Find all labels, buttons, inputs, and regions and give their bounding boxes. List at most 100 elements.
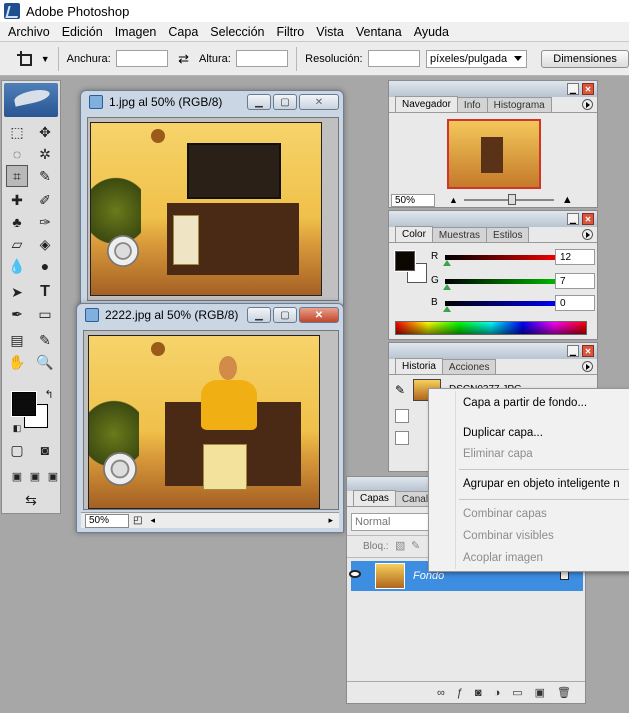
zoom-field[interactable]: 50% <box>85 513 129 528</box>
healing-brush-tool-icon[interactable]: ✚ <box>6 189 28 211</box>
hand-tool-icon[interactable]: ✋ <box>6 351 28 373</box>
history-brush-tool-icon[interactable]: ✑ <box>34 211 56 233</box>
screen-mode-full-icon[interactable]: ▣ <box>42 465 64 487</box>
menu-item-combinar-capas[interactable]: Combinar capas <box>463 508 547 520</box>
panel-menu-icon[interactable] <box>582 99 593 110</box>
quick-mask-mode-icon[interactable]: ◙ <box>34 439 56 461</box>
panel-minimize-button[interactable]: ▁ <box>567 213 579 225</box>
tab-color[interactable]: Color <box>395 226 433 242</box>
blend-mode-select[interactable]: Normal <box>351 513 429 531</box>
move-tool-icon[interactable]: ✥ <box>34 121 56 143</box>
close-button[interactable]: ✕ <box>299 307 339 323</box>
tab-navegador[interactable]: Navegador <box>395 96 458 112</box>
red-value-input[interactable]: 12 <box>555 249 595 265</box>
crop-tool-icon[interactable] <box>16 50 33 68</box>
red-slider[interactable] <box>445 255 563 260</box>
menu-imagen[interactable]: Imagen <box>109 25 163 39</box>
blue-value-input[interactable]: 0 <box>555 295 595 311</box>
canvas-image[interactable] <box>90 122 322 296</box>
close-button[interactable]: ✕ <box>299 94 339 110</box>
lasso-tool-icon[interactable]: ◌ <box>6 143 28 165</box>
panel-menu-icon[interactable] <box>582 229 593 240</box>
lock-transparency-icon[interactable]: ▧ <box>395 539 405 552</box>
maximize-button[interactable]: ▢ <box>273 307 297 323</box>
tab-estilos[interactable]: Estilos <box>486 227 530 242</box>
trash-icon[interactable]: 🗑 <box>557 686 571 699</box>
crop-tool-icon[interactable]: ⌗ <box>6 165 28 187</box>
brush-tool-icon[interactable]: ✐ <box>34 189 56 211</box>
menu-item-combinar-visibles[interactable]: Combinar visibles <box>463 530 554 542</box>
history-state-checkbox[interactable] <box>395 409 409 423</box>
navigator-preview[interactable] <box>447 119 541 189</box>
eraser-tool-icon[interactable]: ▱ <box>6 233 28 255</box>
magic-wand-tool-icon[interactable]: ✲ <box>34 143 56 165</box>
maximize-button[interactable]: ▢ <box>273 94 297 110</box>
canvas-image[interactable] <box>88 335 320 509</box>
menu-archivo[interactable]: Archivo <box>2 25 56 39</box>
shape-tool-icon[interactable]: ▭ <box>34 303 56 325</box>
menu-item-capa-a-partir-de-fondo[interactable]: Capa a partir de fondo... <box>463 397 587 409</box>
history-state-checkbox[interactable] <box>395 431 409 445</box>
zoom-tool-icon[interactable]: 🔍 <box>34 351 56 373</box>
pen-tool-icon[interactable]: ✒ <box>6 303 28 325</box>
scroll-left-icon[interactable]: ◂ <box>150 515 155 526</box>
menu-ventana[interactable]: Ventana <box>350 25 408 39</box>
blur-tool-icon[interactable]: 💧 <box>6 255 28 277</box>
menu-ayuda[interactable]: Ayuda <box>408 25 455 39</box>
zoom-in-icon[interactable]: ▲ <box>562 194 573 206</box>
layer-style-icon[interactable]: ƒ <box>457 687 463 699</box>
history-brush-source-icon[interactable]: ✎ <box>395 383 405 397</box>
swap-colors-icon[interactable]: ↰ <box>38 383 60 405</box>
panel-close-button[interactable]: ✕ <box>582 83 594 95</box>
new-layer-icon[interactable]: ▣ <box>535 686 545 699</box>
document-window-1[interactable]: 1.jpg al 50% (RGB/8) ▁ ▢ ✕ <box>80 90 344 306</box>
tab-muestras[interactable]: Muestras <box>431 227 488 242</box>
minimize-button[interactable]: ▁ <box>247 94 271 110</box>
zoom-slider[interactable] <box>463 194 554 205</box>
menu-seleccion[interactable]: Selección <box>204 25 270 39</box>
new-group-icon[interactable]: ▭ <box>512 686 522 699</box>
tab-info[interactable]: Info <box>456 97 488 112</box>
foreground-color-swatch[interactable] <box>11 391 37 417</box>
minimize-button[interactable]: ▁ <box>247 307 271 323</box>
tool-preset-arrow-icon[interactable]: ▼ <box>41 54 50 64</box>
default-colors-icon[interactable]: ◧ <box>6 417 28 439</box>
dodge-tool-icon[interactable]: ● <box>34 255 56 277</box>
status-menu-icon[interactable]: ◰ <box>133 515 142 526</box>
menu-item-agrupar-en-objeto-inteligente[interactable]: Agrupar en objeto inteligente n <box>463 478 620 490</box>
type-tool-icon[interactable]: T <box>34 281 56 303</box>
menu-filtro[interactable]: Filtro <box>270 25 310 39</box>
width-input[interactable] <box>115 50 169 67</box>
link-layers-icon[interactable]: ∞ <box>437 687 445 699</box>
jump-to-imageready-icon[interactable]: ⇆ <box>14 489 48 511</box>
eye-icon[interactable] <box>349 570 361 578</box>
tab-historia[interactable]: Historia <box>395 358 443 374</box>
path-selection-tool-icon[interactable]: ➤ <box>6 281 28 303</box>
height-input[interactable] <box>235 50 289 67</box>
scroll-right-icon[interactable]: ▸ <box>328 515 333 526</box>
blue-slider[interactable] <box>445 301 563 306</box>
zoom-out-icon[interactable]: ▲ <box>449 195 458 205</box>
lock-pixels-icon[interactable]: ✎ <box>411 539 420 552</box>
navigator-zoom-field[interactable]: 50% <box>391 193 435 207</box>
slice-tool-icon[interactable]: ✎ <box>34 165 56 187</box>
panel-minimize-button[interactable]: ▁ <box>567 345 579 357</box>
layer-mask-icon[interactable]: ◙ <box>475 687 482 699</box>
tab-acciones[interactable]: Acciones <box>441 359 497 374</box>
swap-arrows-icon[interactable]: ⇄ <box>178 51 189 67</box>
clone-stamp-tool-icon[interactable]: ♣ <box>6 211 28 233</box>
menu-capa[interactable]: Capa <box>162 25 204 39</box>
color-spectrum-bar[interactable] <box>395 321 587 335</box>
green-value-input[interactable]: 7 <box>555 273 595 289</box>
dimensions-button[interactable]: Dimensiones <box>541 49 629 68</box>
green-slider[interactable] <box>445 279 563 284</box>
panel-close-button[interactable]: ✕ <box>582 213 594 225</box>
zoom-slider-thumb[interactable] <box>507 194 516 205</box>
paint-bucket-tool-icon[interactable]: ◈ <box>34 233 56 255</box>
marquee-tool-icon[interactable]: ⬚ <box>6 121 28 143</box>
menu-item-acoplar-imagen[interactable]: Acoplar imagen <box>463 552 543 564</box>
blue-slider-thumb[interactable] <box>443 306 451 312</box>
menu-item-duplicar-capa[interactable]: Duplicar capa... <box>463 427 543 439</box>
tab-capas[interactable]: Capas <box>353 490 396 506</box>
red-slider-thumb[interactable] <box>443 260 451 266</box>
